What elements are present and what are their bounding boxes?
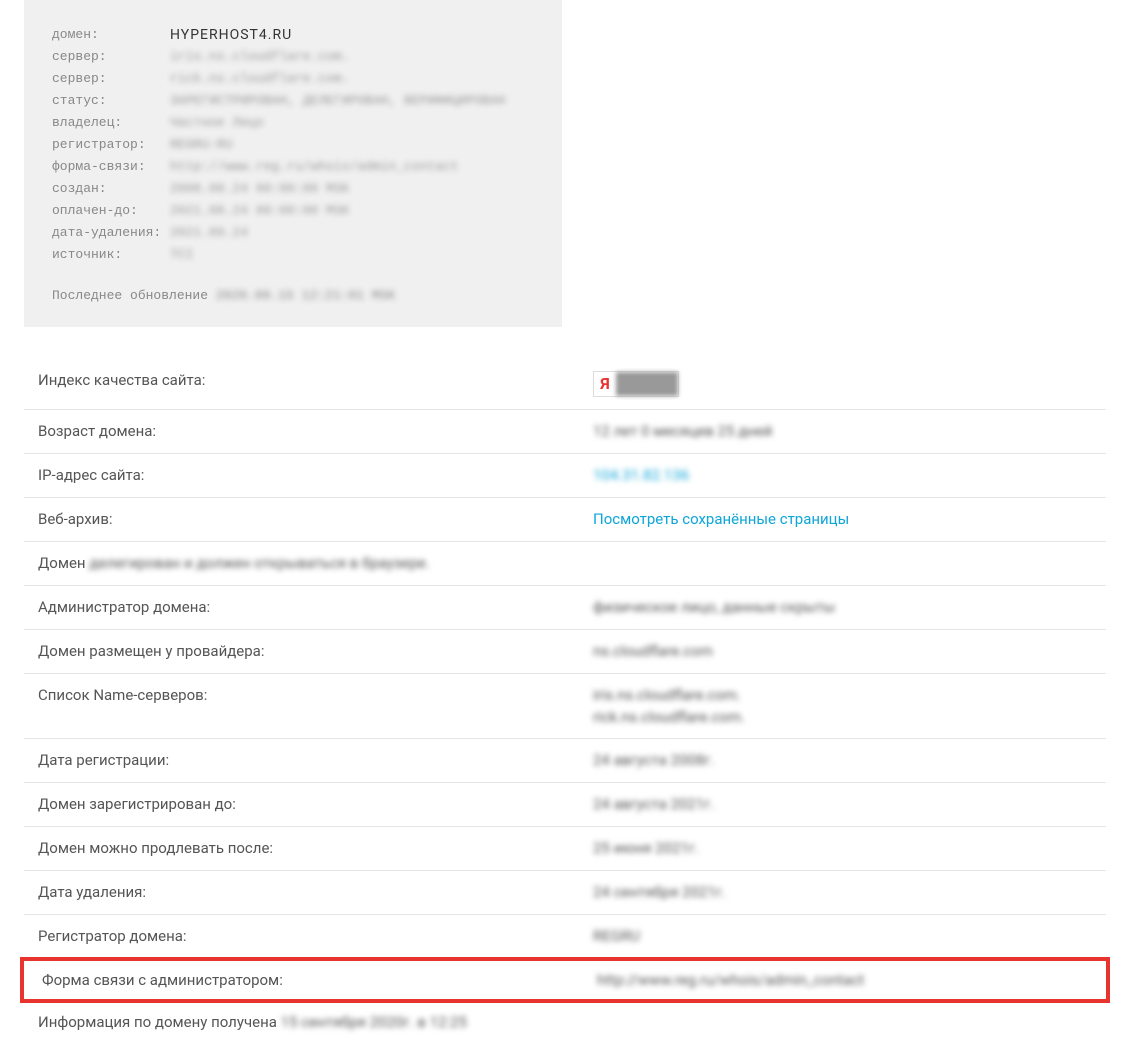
whois-label: дата-удаления: (52, 222, 170, 244)
whois-label: сервер: (52, 46, 170, 68)
info-value: 24 августа 2021г. (593, 795, 714, 813)
info-value: REGRU (593, 927, 640, 945)
info-label: Форма связи с администратором: (42, 971, 597, 989)
whois-value: iris.ns.cloudflare.com. (170, 46, 349, 68)
whois-label: источник: (52, 244, 170, 266)
info-row: Форма связи с администратором:http://www… (20, 957, 1110, 1003)
whois-value: 2021.09.24 (170, 222, 248, 244)
whois-row: источник:TCI (52, 244, 534, 266)
info-label: IP-адрес сайта: (38, 466, 593, 484)
whois-row: сервер:iris.ns.cloudflare.com. (52, 46, 534, 68)
info-row: Индекс качества сайта:Я (24, 359, 1106, 410)
info-label: Индекс качества сайта: (38, 371, 593, 389)
whois-value: Частное Лицо (170, 112, 264, 134)
info-value-line: iris.ns.cloudflare.com. (593, 686, 745, 704)
whois-row: регистратор:REGRU-RU (52, 134, 534, 156)
info-value: http://www.reg.ru/whois/admin_contact (597, 971, 864, 989)
whois-label: регистратор: (52, 134, 170, 156)
info-label: Дата удаления: (38, 883, 593, 901)
yandex-letter-icon: Я (594, 372, 616, 396)
whois-value: http://www.reg.ru/whois/admin_contact (170, 156, 459, 178)
info-label: Администратор домена: (38, 598, 593, 616)
info-full-row-text: Информация по домену получена 15 сентябр… (38, 1013, 467, 1031)
whois-label: домен: (52, 24, 170, 46)
whois-row: дата-удаления:2021.09.24 (52, 222, 534, 244)
info-value: 12 лет 0 месяцев 25 дней (593, 422, 772, 440)
info-row: Регистратор домена:REGRU (24, 915, 1106, 959)
whois-block: домен:HYPERHOST4.RUсервер:iris.ns.cloudf… (24, 0, 562, 327)
info-row: Возраст домена:12 лет 0 месяцев 25 дней (24, 410, 1106, 454)
whois-row: оплачен-до:2021.08.24 00:00:00 MSK (52, 200, 534, 222)
info-row: Список Name-серверов:iris.ns.cloudflare.… (24, 674, 1106, 739)
info-label: Домен зарегистрирован до: (38, 795, 593, 813)
whois-row: форма-связи:http://www.reg.ru/whois/admi… (52, 156, 534, 178)
whois-row: статус:ЗАРЕГИСТРИРОВАН, ДЕЛЕГИРОВАН, ВЕР… (52, 90, 534, 112)
whois-row: домен:HYPERHOST4.RU (52, 24, 534, 46)
info-row: Домен зарегистрирован до:24 августа 2021… (24, 783, 1106, 827)
whois-value: 2008.08.24 00:00:00 MSK (170, 178, 349, 200)
info-row: Дата регистрации:24 августа 2008г. (24, 739, 1106, 783)
info-value: 25 июня 2021г. (593, 839, 699, 857)
info-row: Домен можно продлевать после:25 июня 202… (24, 827, 1106, 871)
whois-row: сервер:rick.ns.cloudflare.com. (52, 68, 534, 90)
info-text-blurred: 15 сентября 2020г. в 12:25 (281, 1013, 467, 1031)
whois-label: оплачен-до: (52, 200, 170, 222)
info-text-prefix: Информация по домену получена (38, 1013, 281, 1031)
whois-value: HYPERHOST4.RU (170, 24, 292, 46)
whois-label: создан: (52, 178, 170, 200)
domain-info-table: Индекс качества сайта:ЯВозраст домена:12… (24, 359, 1106, 1045)
info-value-link: 104.31.82.136 (593, 466, 689, 484)
whois-last-update: Последнее обновление 2020.09.15 12:21:01… (52, 288, 534, 303)
whois-label: владелец: (52, 112, 170, 134)
whois-label: статус: (52, 90, 170, 112)
info-row: Веб-архив:Посмотреть сохранённые страниц… (24, 498, 1106, 542)
whois-value: 2021.08.24 00:00:00 MSK (170, 200, 349, 222)
info-value: ns.cloudflare.com (593, 642, 713, 660)
whois-value: ЗАРЕГИСТРИРОВАН, ДЕЛЕГИРОВАН, ВЕРИФИЦИРО… (170, 90, 505, 112)
info-label: Домен можно продлевать после: (38, 839, 593, 857)
info-label: Список Name-серверов: (38, 686, 593, 704)
info-label: Возраст домена: (38, 422, 593, 440)
whois-footer-prefix: Последнее обновление (52, 288, 216, 303)
info-row: Дата удаления:24 сентября 2021г. (24, 871, 1106, 915)
info-value: 24 сентября 2021г. (593, 883, 726, 901)
info-label: Веб-архив: (38, 510, 593, 528)
whois-value: REGRU-RU (170, 134, 232, 156)
yandex-bar (616, 372, 678, 396)
info-full-row-text: Домен делегирован и должен открываться в… (38, 554, 430, 572)
info-value-link[interactable]: Посмотреть сохранённые страницы (593, 510, 849, 528)
info-row: Информация по домену получена 15 сентябр… (24, 1001, 1106, 1045)
yandex-quality-badge: Я (593, 371, 679, 397)
whois-label: сервер: (52, 68, 170, 90)
info-row: IP-адрес сайта:104.31.82.136 (24, 454, 1106, 498)
whois-row: создан:2008.08.24 00:00:00 MSK (52, 178, 534, 200)
info-row: Администратор домена:физическое лицо, да… (24, 586, 1106, 630)
info-label: Регистратор домена: (38, 927, 593, 945)
whois-row: владелец:Частное Лицо (52, 112, 534, 134)
info-value-line: rick.ns.cloudflare.com. (593, 708, 745, 726)
info-value: физическое лицо, данные скрыты (593, 598, 835, 616)
whois-value: rick.ns.cloudflare.com. (170, 68, 349, 90)
info-text-prefix: Домен (38, 554, 89, 572)
info-value: 24 августа 2008г. (593, 751, 714, 769)
info-value: iris.ns.cloudflare.com. rick.ns.cloudflar… (593, 686, 745, 726)
info-row: Домен размещен у провайдера:ns.cloudflar… (24, 630, 1106, 674)
info-row: Домен делегирован и должен открываться в… (24, 542, 1106, 586)
info-label: Домен размещен у провайдера: (38, 642, 593, 660)
whois-footer-value: 2020.09.15 12:21:01 MSK (216, 288, 395, 303)
info-value: Я (593, 371, 679, 397)
whois-value: TCI (170, 244, 193, 266)
info-text-blurred: делегирован и должен открываться в брауз… (89, 554, 429, 572)
whois-label: форма-связи: (52, 156, 170, 178)
info-label: Дата регистрации: (38, 751, 593, 769)
